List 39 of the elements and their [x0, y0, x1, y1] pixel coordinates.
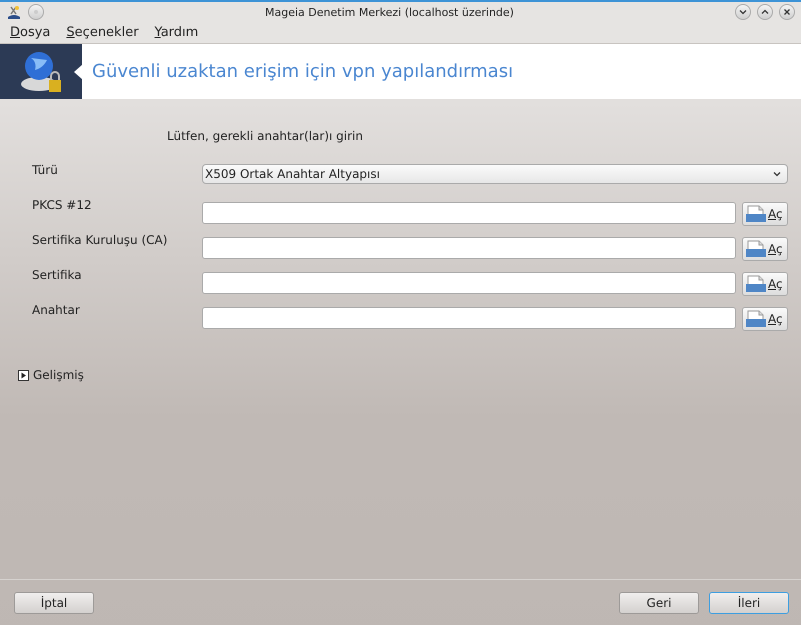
dialog-button[interactable]: İptal — [14, 592, 94, 614]
field-label: Anahtar — [31, 303, 81, 317]
pin-button[interactable] — [28, 4, 44, 20]
menu-item[interactable]: Yardım — [154, 25, 198, 40]
open-button[interactable]: Aç — [742, 237, 788, 261]
field-label: PKCS #12 — [31, 198, 93, 212]
chevron-down-icon — [739, 8, 747, 16]
dialog-button[interactable]: Geri — [619, 592, 699, 614]
instruction-text: Lütfen, gerekli anahtar(lar)ı girin — [167, 129, 364, 143]
expander-icon — [18, 370, 29, 380]
field-label: Sertifika — [31, 268, 83, 282]
chevron-up-icon — [761, 8, 769, 16]
folder-icon — [745, 275, 767, 293]
folder-icon — [745, 310, 767, 328]
open-button[interactable]: Aç — [742, 307, 788, 331]
dialog-button[interactable]: İleri — [709, 592, 789, 614]
type-dropdown[interactable]: X509 Ortak Anahtar Altyapısı — [202, 164, 788, 184]
app-icon — [6, 4, 22, 20]
menu-item[interactable]: Dosya — [10, 25, 50, 40]
file-path-field[interactable] — [202, 237, 736, 259]
file-path-field[interactable] — [202, 272, 736, 294]
maximize-button[interactable] — [757, 4, 773, 20]
window-title: Mageia Denetim Merkezi (localhost üzerinde) — [264, 6, 515, 18]
menu-item[interactable]: Seçenekler — [66, 25, 139, 40]
file-path-field[interactable] — [202, 307, 736, 329]
field-label: Türü — [31, 163, 59, 177]
folder-icon — [745, 240, 767, 258]
minimize-button[interactable] — [735, 4, 751, 20]
file-path-field[interactable] — [202, 202, 736, 224]
open-button[interactable]: Aç — [742, 202, 788, 226]
chevron-down-icon — [773, 170, 781, 178]
close-icon — [783, 8, 791, 16]
field-label: Sertifika Kuruluşu (CA) — [31, 233, 168, 247]
advanced-expander[interactable]: Gelişmiş — [14, 368, 84, 382]
pointer-notch — [74, 64, 83, 80]
folder-icon — [745, 205, 767, 223]
close-button[interactable] — [779, 4, 795, 20]
open-button[interactable]: Aç — [742, 272, 788, 296]
page-title: Güvenli uzaktan erişim için vpn yapılandırması — [92, 61, 514, 82]
